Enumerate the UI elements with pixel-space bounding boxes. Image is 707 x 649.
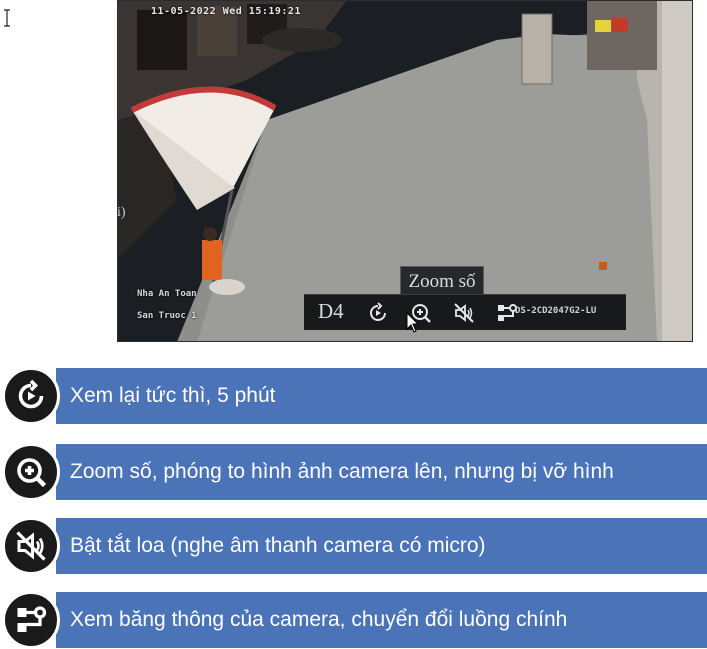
camera-channel-name-line1: Nha An Toan	[137, 289, 197, 299]
instant-playback-button[interactable]	[366, 301, 390, 325]
camera-timestamp: 11-05-2022 Wed 15:19:21	[151, 6, 301, 17]
instant-playback-icon	[18, 379, 44, 409]
camera-channel-name-line2: San Truoc 1	[137, 311, 197, 321]
stream-switch-icon	[17, 606, 47, 632]
legend-badge	[2, 591, 60, 649]
legend-badge	[2, 517, 60, 575]
audio-toggle-button[interactable]	[452, 301, 476, 325]
legend-text: Zoom số, phóng to hình ảnh camera lên, n…	[70, 460, 614, 483]
camera-model-label: DS-2CD2047G2-LU	[515, 306, 597, 316]
legend-text: Xem băng thông của camera, chuyển đổi lu…	[70, 608, 568, 631]
legend-row-zoom: Zoom số, phóng to hình ảnh camera lên, n…	[0, 443, 707, 501]
legend-text: Bật tắt loa (nghe âm thanh camera có mic…	[70, 534, 486, 557]
stream-switch-icon	[498, 304, 517, 321]
digital-zoom-icon	[17, 458, 47, 488]
camera-channel-name: Nha An Toan San Truoc 1	[137, 283, 197, 327]
legend-text: Xem lại tức thì, 5 phút	[70, 384, 276, 407]
zoom-tooltip: Zoom số	[400, 266, 484, 296]
legend-row-playback: Xem lại tức thì, 5 phút	[0, 367, 707, 425]
legend-row-audio: Bật tắt loa (nghe âm thanh camera có mic…	[0, 517, 707, 575]
camera-edge-text: i)	[117, 205, 126, 220]
mouse-pointer-icon	[406, 312, 420, 333]
channel-label: D4	[318, 299, 344, 323]
audio-toggle-icon	[454, 303, 474, 323]
camera-live-view[interactable]: 11-05-2022 Wed 15:19:21 i) Nha An Toan S…	[117, 0, 693, 342]
legend-row-stream: Xem băng thông của camera, chuyển đổi lu…	[0, 591, 707, 649]
text-cursor-icon	[4, 9, 10, 27]
instant-playback-icon	[370, 302, 386, 321]
legend-badge	[2, 367, 60, 425]
camera-toolbar: D4 DS-2CD2047G2-LU	[304, 294, 626, 330]
audio-toggle-icon	[16, 531, 46, 561]
legend-badge	[2, 443, 60, 501]
